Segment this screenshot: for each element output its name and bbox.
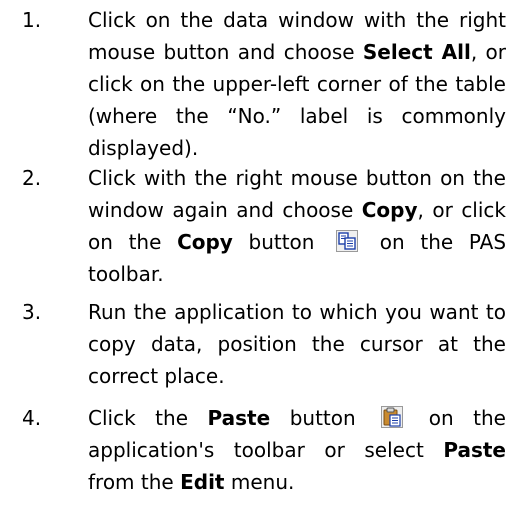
step-number: 3. [22,300,42,324]
step-text: Click on the data window with the right … [88,4,506,164]
step-number: 2. [22,166,42,190]
step-text-part: menu. [224,470,295,494]
step-text: Click the Paste button on the applicatio… [88,402,506,498]
step-number: 4. [22,406,42,430]
instruction-list: 1. Click on the data window with the rig… [0,0,518,513]
step-text-part: from the [88,470,181,494]
select-all-label: Select All [362,40,471,64]
copy-label: Copy [361,198,418,222]
step-number: 1. [22,8,42,32]
step-text-part: Click the [88,406,208,430]
copy-label: Copy [177,230,233,254]
step-text: Click with the right mouse button on the… [88,162,506,290]
paste-label: Paste [443,438,506,462]
step-text-part: button [232,230,331,254]
copy-icon [336,230,359,252]
edit-menu-label: Edit [180,470,225,494]
paste-icon [381,406,404,428]
step-text: Run the application to which you want to… [88,300,506,388]
step-text-part: button [270,406,376,430]
paste-label: Paste [207,406,271,430]
